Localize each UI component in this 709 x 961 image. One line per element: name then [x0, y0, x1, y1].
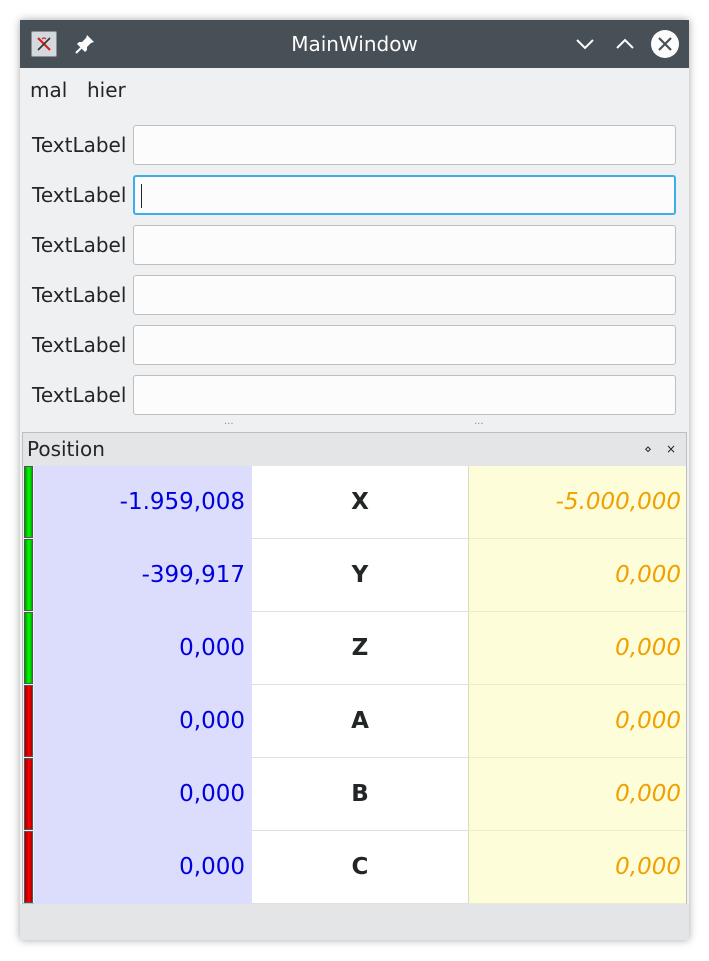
dock-close-icon[interactable]: ×	[663, 441, 679, 457]
form-row: TextLabel	[20, 174, 689, 216]
form-row: TextLabel	[20, 324, 689, 366]
status-led-icon	[24, 612, 33, 684]
actual-position: 0,000	[34, 758, 252, 831]
status-led-icon	[24, 466, 33, 538]
menu-item-hier[interactable]: hier	[77, 68, 136, 112]
menu-item-mal[interactable]: mal	[20, 68, 77, 112]
chevron-down-icon[interactable]	[571, 30, 599, 58]
form-label: TextLabel	[32, 133, 127, 157]
axis-label: C	[252, 831, 468, 904]
chevron-up-icon[interactable]	[611, 30, 639, 58]
main-window: MainWindow mal hier TextLabel TextLabel …	[20, 20, 689, 940]
title-bar[interactable]: MainWindow	[20, 20, 689, 68]
dock-title-bar[interactable]: Position ⋄ ×	[23, 433, 686, 466]
text-field-focused[interactable]	[133, 175, 676, 215]
target-position: 0,000	[468, 612, 686, 685]
status-led-icon	[24, 685, 33, 757]
axis-label: A	[252, 685, 468, 758]
target-position: 0,000	[468, 685, 686, 758]
status-bar	[20, 904, 689, 940]
axis-row-a: 0,000 A 0,000	[23, 685, 686, 758]
status-led-icon	[24, 758, 33, 830]
form-row: TextLabel	[20, 224, 689, 266]
form-label: TextLabel	[32, 233, 127, 257]
text-field[interactable]	[133, 325, 676, 365]
form-label: TextLabel	[32, 333, 127, 357]
text-field[interactable]	[133, 225, 676, 265]
form-row: TextLabel	[20, 124, 689, 166]
target-position: 0,000	[468, 539, 686, 612]
actual-position: -399,917	[34, 539, 252, 612]
axis-row-z: 0,000 Z 0,000	[23, 612, 686, 685]
actual-position: 0,000	[34, 831, 252, 904]
dock-title: Position	[27, 437, 105, 461]
status-led-icon	[24, 831, 33, 903]
form-label: TextLabel	[32, 283, 127, 307]
splitter-handle[interactable]: ···	[224, 420, 234, 430]
form-row: TextLabel	[20, 374, 689, 416]
text-field[interactable]	[133, 125, 676, 165]
form-label: TextLabel	[32, 383, 127, 407]
splitter-handle[interactable]: ···	[474, 420, 484, 430]
axis-row-c: 0,000 C 0,000	[23, 831, 686, 904]
axis-label: B	[252, 758, 468, 831]
text-field[interactable]	[133, 375, 676, 415]
position-dock: Position ⋄ × -1.959,008 X -5.000,000 -39…	[22, 432, 687, 904]
actual-position: 0,000	[34, 685, 252, 758]
actual-position: 0,000	[34, 612, 252, 685]
axis-row-x: -1.959,008 X -5.000,000	[23, 466, 686, 539]
close-icon[interactable]	[651, 30, 679, 58]
status-led-icon	[24, 539, 33, 611]
target-position: 0,000	[468, 831, 686, 904]
form-label: TextLabel	[32, 183, 127, 207]
dock-float-icon[interactable]: ⋄	[640, 441, 656, 457]
menu-bar: mal hier	[20, 68, 689, 112]
text-field[interactable]	[133, 275, 676, 315]
axis-label: Z	[252, 612, 468, 685]
axis-row-y: -399,917 Y 0,000	[23, 539, 686, 612]
axis-label: X	[252, 466, 468, 539]
target-position: -5.000,000	[468, 466, 686, 539]
axis-label: Y	[252, 539, 468, 612]
target-position: 0,000	[468, 758, 686, 831]
axis-row-b: 0,000 B 0,000	[23, 758, 686, 831]
form-row: TextLabel	[20, 274, 689, 316]
actual-position: -1.959,008	[34, 466, 252, 539]
text-cursor	[141, 184, 142, 208]
